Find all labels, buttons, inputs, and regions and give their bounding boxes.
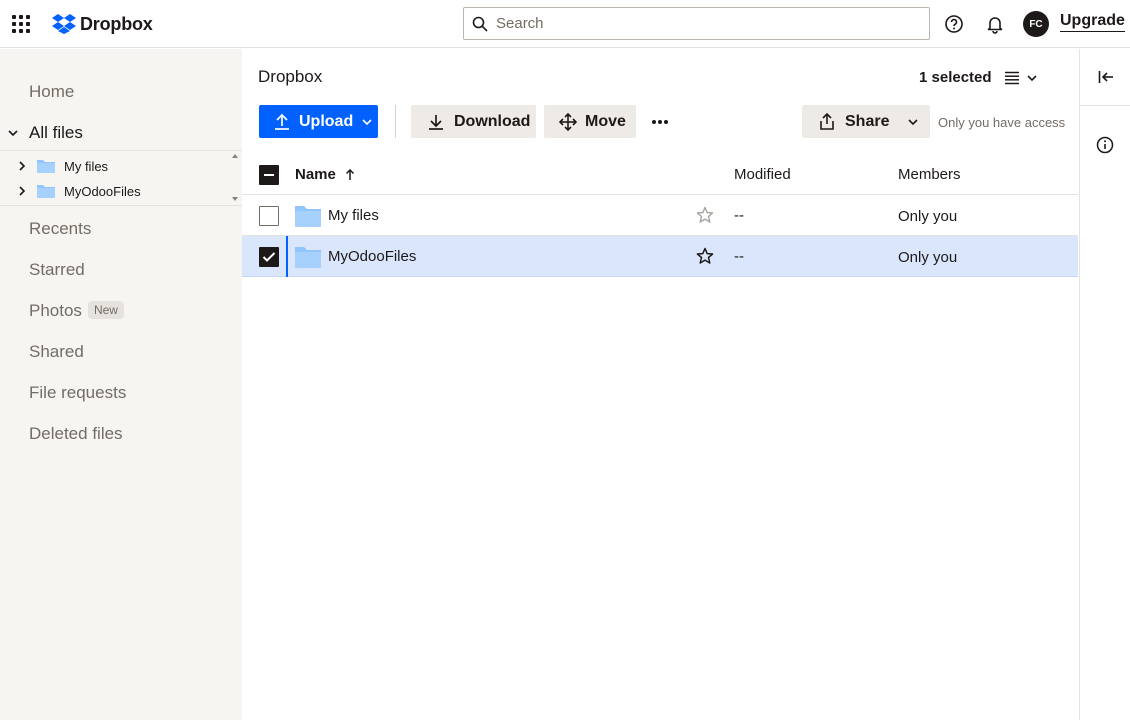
toolbar-divider bbox=[395, 105, 396, 138]
folder-icon bbox=[295, 247, 321, 268]
tree-item-my-files[interactable]: My files bbox=[0, 154, 228, 178]
chevron-down-icon bbox=[362, 118, 372, 125]
column-header-name[interactable]: Name bbox=[295, 166, 355, 183]
tree-item-label: MyOdooFiles bbox=[64, 184, 141, 199]
folder-icon bbox=[37, 185, 55, 198]
modified-value: -- bbox=[734, 248, 744, 265]
upload-label: Upload bbox=[299, 112, 354, 130]
chevron-right-icon[interactable] bbox=[17, 161, 27, 171]
column-header-label: Name bbox=[295, 166, 336, 183]
sidebar: Home All files My files MyOdooFiles Rece… bbox=[0, 49, 242, 720]
download-icon bbox=[429, 114, 443, 130]
share-label: Share bbox=[845, 112, 890, 130]
search-icon bbox=[472, 16, 488, 32]
chevron-down-icon[interactable] bbox=[7, 127, 19, 139]
search-input[interactable] bbox=[496, 15, 896, 32]
chevron-right-icon[interactable] bbox=[17, 186, 27, 196]
view-mode-toggle[interactable] bbox=[1004, 68, 1044, 88]
page-title[interactable]: Dropbox bbox=[258, 67, 322, 87]
brand-name: Dropbox bbox=[80, 13, 153, 34]
chevron-down-icon bbox=[1027, 75, 1037, 82]
table-header: Name Modified Members bbox=[242, 154, 1078, 195]
share-icon bbox=[820, 112, 834, 130]
star-icon[interactable] bbox=[696, 206, 714, 224]
file-name[interactable]: My files bbox=[328, 207, 379, 224]
sidebar-item-home[interactable]: Home bbox=[29, 82, 74, 102]
avatar[interactable]: FC bbox=[1023, 11, 1049, 37]
select-all-checkbox[interactable] bbox=[259, 165, 279, 185]
download-label: Download bbox=[454, 112, 531, 130]
tree-item-myodoofiles[interactable]: MyOdooFiles bbox=[0, 179, 228, 203]
selected-count: 1 selected bbox=[919, 69, 992, 86]
modified-value: -- bbox=[734, 207, 744, 224]
sidebar-item-all-files[interactable]: All files bbox=[29, 123, 83, 143]
notification-bell-icon[interactable] bbox=[983, 12, 1007, 36]
new-badge: New bbox=[87, 301, 124, 319]
members-value: Only you bbox=[898, 208, 958, 225]
collapse-panel-button[interactable] bbox=[1080, 49, 1130, 106]
folder-icon bbox=[295, 206, 321, 227]
sidebar-item-label: Photos bbox=[29, 301, 82, 320]
move-label: Move bbox=[585, 112, 626, 130]
sidebar-item-deleted-files[interactable]: Deleted files bbox=[29, 424, 123, 444]
selection-indicator bbox=[286, 236, 288, 277]
access-status: Only you have access bbox=[938, 115, 1066, 130]
table-row[interactable]: MyOdooFiles -- Only you bbox=[242, 236, 1078, 277]
table-row[interactable]: My files -- Only you bbox=[242, 195, 1078, 236]
help-icon[interactable] bbox=[942, 12, 966, 36]
folder-tree: My files MyOdooFiles bbox=[0, 150, 242, 206]
top-bar: Dropbox FC Upgrade bbox=[0, 0, 1130, 48]
sidebar-item-shared[interactable]: Shared bbox=[29, 342, 84, 362]
search-box[interactable] bbox=[463, 7, 930, 40]
details-panel bbox=[1079, 49, 1130, 720]
file-name[interactable]: MyOdooFiles bbox=[328, 248, 416, 265]
dropbox-logo[interactable]: Dropbox bbox=[52, 12, 153, 36]
column-header-modified[interactable]: Modified bbox=[734, 166, 791, 183]
tree-item-label: My files bbox=[64, 159, 109, 174]
upload-icon bbox=[275, 113, 289, 130]
upload-button[interactable]: Upload bbox=[259, 105, 378, 138]
more-horizontal-icon bbox=[652, 119, 668, 124]
collapse-left-icon bbox=[1098, 71, 1113, 83]
folder-icon bbox=[37, 160, 55, 173]
tree-scrollbar[interactable] bbox=[230, 151, 240, 205]
share-button[interactable]: Share bbox=[802, 105, 930, 138]
row-checkbox[interactable] bbox=[259, 247, 279, 267]
minus-icon bbox=[264, 174, 274, 176]
dropbox-logo-icon bbox=[52, 14, 76, 34]
list-view-icon bbox=[1005, 71, 1019, 85]
sidebar-item-file-requests[interactable]: File requests bbox=[29, 383, 126, 403]
download-button[interactable]: Download bbox=[411, 105, 536, 138]
sidebar-item-recents[interactable]: Recents bbox=[29, 219, 91, 239]
move-icon bbox=[559, 112, 577, 131]
share-dropdown-toggle[interactable] bbox=[896, 105, 930, 138]
move-button[interactable]: Move bbox=[544, 105, 636, 138]
app-grid-icon[interactable] bbox=[12, 15, 30, 33]
sidebar-item-photos[interactable]: Photos New bbox=[29, 301, 124, 321]
info-icon[interactable] bbox=[1094, 134, 1116, 156]
row-checkbox[interactable] bbox=[259, 206, 279, 226]
column-header-members[interactable]: Members bbox=[898, 166, 961, 183]
chevron-down-icon bbox=[908, 118, 918, 125]
checkmark-icon bbox=[262, 252, 276, 262]
upgrade-link[interactable]: Upgrade bbox=[1060, 12, 1125, 32]
more-actions-button[interactable] bbox=[648, 105, 672, 138]
members-value: Only you bbox=[898, 249, 958, 266]
sidebar-item-starred[interactable]: Starred bbox=[29, 260, 85, 280]
star-icon[interactable] bbox=[696, 247, 714, 265]
sort-ascending-icon bbox=[345, 168, 354, 180]
